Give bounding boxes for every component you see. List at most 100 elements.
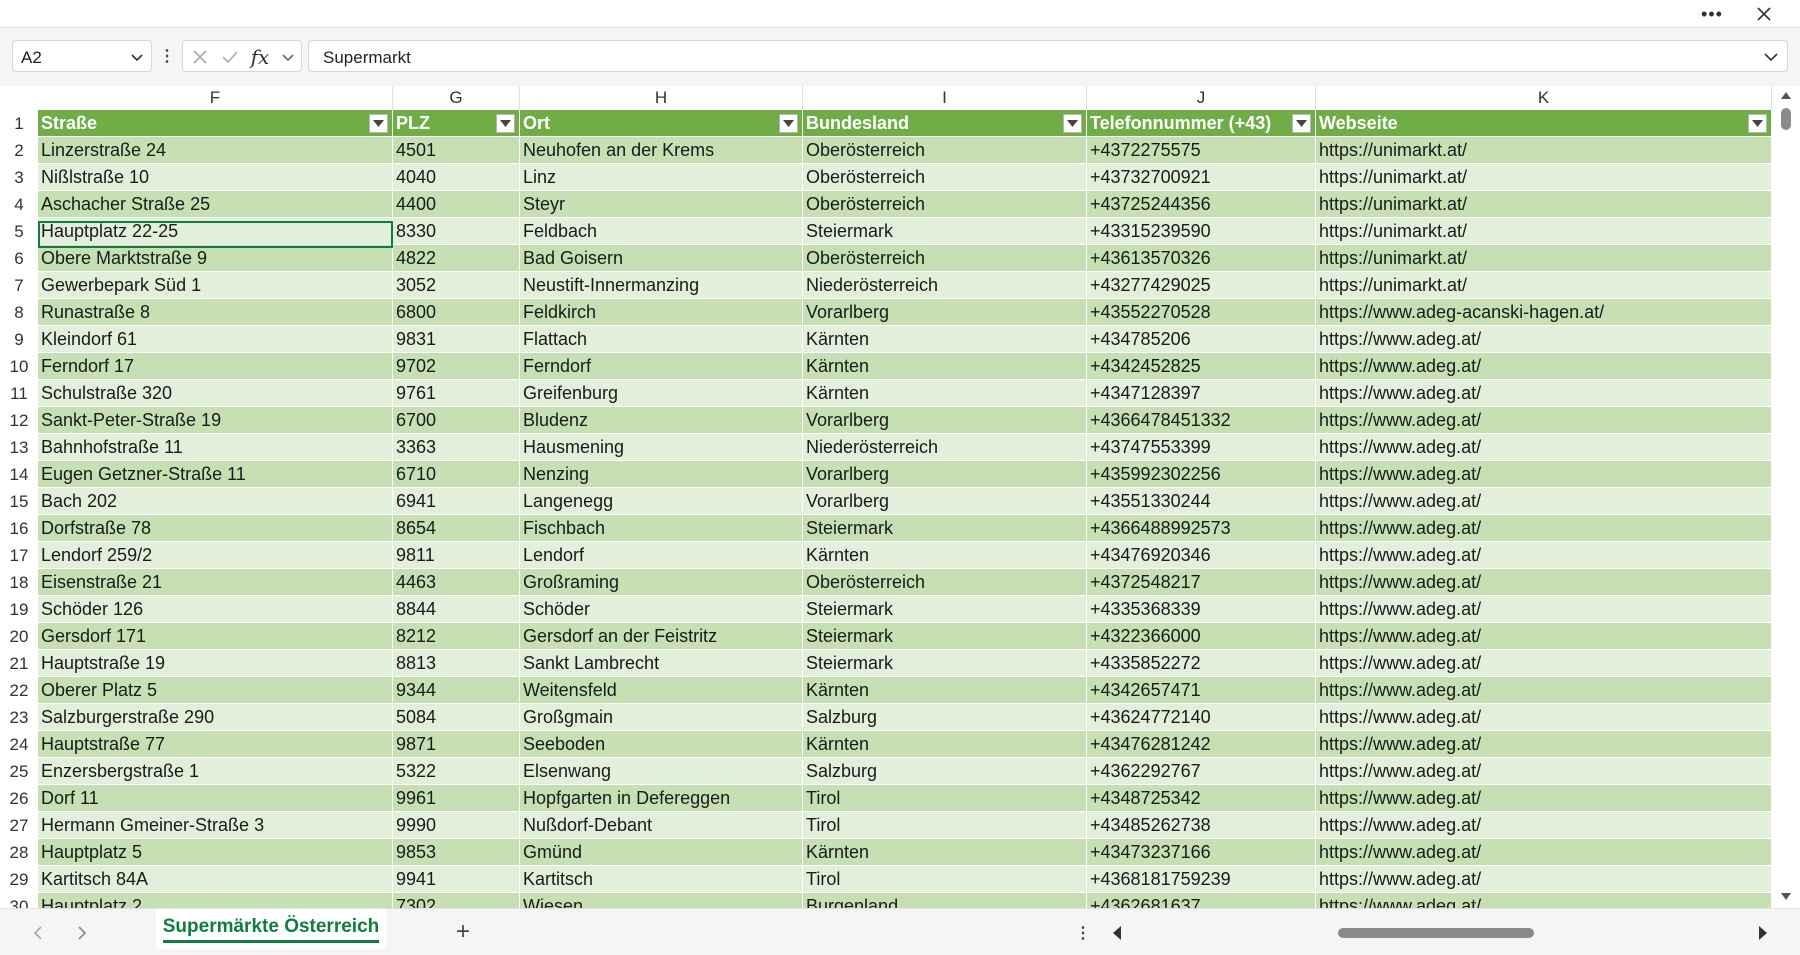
column-header-f[interactable]: F <box>38 86 393 110</box>
table-cell[interactable]: https://www.adeg.at/ <box>1316 434 1772 461</box>
table-cell[interactable]: 3052 <box>393 272 520 299</box>
table-cell[interactable]: Kleindorf 61 <box>38 326 393 353</box>
row-header[interactable]: 6 <box>0 245 38 272</box>
table-cell[interactable]: Enzersbergstraße 1 <box>38 758 393 785</box>
table-cell[interactable]: Wiesen <box>520 893 803 908</box>
filter-button[interactable] <box>1063 114 1082 133</box>
table-cell[interactable]: +43552270528 <box>1087 299 1316 326</box>
table-cell[interactable]: Tirol <box>803 812 1087 839</box>
table-cell[interactable]: Greifenburg <box>520 380 803 407</box>
table-cell[interactable]: Tirol <box>803 866 1087 893</box>
table-cell[interactable]: Salzburg <box>803 758 1087 785</box>
table-cell[interactable]: https://www.adeg.at/ <box>1316 731 1772 758</box>
column-header-j[interactable]: J <box>1087 86 1316 110</box>
table-header-cell[interactable]: Ort <box>520 110 803 137</box>
table-cell[interactable]: Nußdorf-Debant <box>520 812 803 839</box>
table-cell[interactable]: Salzburgerstraße 290 <box>38 704 393 731</box>
name-box-menu-button[interactable]: ⋮ <box>159 40 175 72</box>
filter-button[interactable] <box>1748 114 1767 133</box>
table-cell[interactable]: +4372275575 <box>1087 137 1316 164</box>
table-cell[interactable]: Gmünd <box>520 839 803 866</box>
row-header[interactable]: 28 <box>0 839 38 866</box>
table-cell[interactable]: Lendorf <box>520 542 803 569</box>
table-cell[interactable]: 4040 <box>393 164 520 191</box>
table-cell[interactable]: https://www.adeg.at/ <box>1316 839 1772 866</box>
table-cell[interactable]: Oberösterreich <box>803 569 1087 596</box>
horizontal-scroll-thumb[interactable] <box>1338 928 1534 938</box>
table-cell[interactable]: https://www.adeg.at/ <box>1316 596 1772 623</box>
table-cell[interactable]: +4362681637 <box>1087 893 1316 908</box>
table-cell[interactable]: Tirol <box>803 785 1087 812</box>
table-cell[interactable]: 6700 <box>393 407 520 434</box>
table-cell[interactable]: Kärnten <box>803 839 1087 866</box>
table-cell[interactable]: Niederösterreich <box>803 272 1087 299</box>
table-cell[interactable]: +43551330244 <box>1087 488 1316 515</box>
table-cell[interactable]: Eugen Getzner-Straße 11 <box>38 461 393 488</box>
row-header[interactable]: 1 <box>0 110 38 137</box>
row-header[interactable]: 18 <box>0 569 38 596</box>
table-cell[interactable]: +4366478451332 <box>1087 407 1316 434</box>
name-box[interactable]: A2 <box>12 40 152 72</box>
table-cell[interactable]: Nißlstraße 10 <box>38 164 393 191</box>
table-cell[interactable]: 8212 <box>393 623 520 650</box>
table-cell[interactable]: 9990 <box>393 812 520 839</box>
table-cell[interactable]: Bahnhofstraße 11 <box>38 434 393 461</box>
table-cell[interactable]: +43732700921 <box>1087 164 1316 191</box>
table-cell[interactable]: Runastraße 8 <box>38 299 393 326</box>
scroll-right-icon[interactable] <box>1758 926 1768 940</box>
chevron-down-icon[interactable] <box>1763 50 1779 64</box>
table-header-cell[interactable]: PLZ <box>393 110 520 137</box>
table-cell[interactable]: 6710 <box>393 461 520 488</box>
table-cell[interactable]: Langenegg <box>520 488 803 515</box>
table-cell[interactable]: https://www.adeg.at/ <box>1316 785 1772 812</box>
table-cell[interactable]: Seeboden <box>520 731 803 758</box>
close-button[interactable] <box>1748 0 1780 28</box>
formula-input[interactable]: Supermarkt <box>308 40 1788 72</box>
table-cell[interactable]: Obere Marktstraße 9 <box>38 245 393 272</box>
table-cell[interactable]: 9761 <box>393 380 520 407</box>
insert-function-button[interactable]: fx <box>249 45 271 69</box>
table-cell[interactable]: https://www.adeg.at/ <box>1316 758 1772 785</box>
table-cell[interactable]: Vorarlberg <box>803 461 1087 488</box>
table-cell[interactable]: Oberösterreich <box>803 245 1087 272</box>
table-cell[interactable]: +43315239590 <box>1087 218 1316 245</box>
table-cell[interactable]: 8844 <box>393 596 520 623</box>
table-cell[interactable]: 8654 <box>393 515 520 542</box>
confirm-edit-button[interactable] <box>219 47 241 67</box>
table-cell[interactable]: Großraming <box>520 569 803 596</box>
table-cell[interactable]: Kartitsch 84A <box>38 866 393 893</box>
table-cell[interactable]: 7302 <box>393 893 520 908</box>
table-cell[interactable]: 9853 <box>393 839 520 866</box>
table-cell[interactable]: https://www.adeg.at/ <box>1316 326 1772 353</box>
table-cell[interactable]: Eisenstraße 21 <box>38 569 393 596</box>
table-header-cell[interactable]: Telefonnummer (+43) <box>1087 110 1316 137</box>
table-cell[interactable]: Neustift-Innermanzing <box>520 272 803 299</box>
table-cell[interactable]: 3363 <box>393 434 520 461</box>
sheet-tab-supermaerkte[interactable]: Supermärkte Österreich <box>156 909 386 949</box>
row-header[interactable]: 24 <box>0 731 38 758</box>
table-cell[interactable]: 9941 <box>393 866 520 893</box>
row-header[interactable]: 22 <box>0 677 38 704</box>
filter-button[interactable] <box>369 114 388 133</box>
table-cell[interactable]: Gersdorf 171 <box>38 623 393 650</box>
table-cell[interactable]: Feldbach <box>520 218 803 245</box>
table-cell[interactable]: Gewerbepark Süd 1 <box>38 272 393 299</box>
table-cell[interactable]: Schöder 126 <box>38 596 393 623</box>
row-header[interactable]: 26 <box>0 785 38 812</box>
row-header[interactable]: 16 <box>0 515 38 542</box>
table-cell[interactable]: https://unimarkt.at/ <box>1316 191 1772 218</box>
table-cell[interactable]: Kärnten <box>803 380 1087 407</box>
table-cell[interactable]: https://www.adeg.at/ <box>1316 893 1772 908</box>
table-cell[interactable]: 6800 <box>393 299 520 326</box>
table-cell[interactable]: https://www.adeg.at/ <box>1316 623 1772 650</box>
table-cell[interactable]: Hauptplatz 5 <box>38 839 393 866</box>
table-cell[interactable]: +43624772140 <box>1087 704 1316 731</box>
table-cell[interactable]: Nenzing <box>520 461 803 488</box>
table-cell[interactable]: Linz <box>520 164 803 191</box>
table-cell[interactable]: https://www.adeg.at/ <box>1316 488 1772 515</box>
add-sheet-button[interactable]: + <box>448 917 478 947</box>
row-header[interactable]: 14 <box>0 461 38 488</box>
table-cell[interactable]: https://www.adeg.at/ <box>1316 866 1772 893</box>
row-header[interactable]: 10 <box>0 353 38 380</box>
table-cell[interactable]: Sankt Lambrecht <box>520 650 803 677</box>
